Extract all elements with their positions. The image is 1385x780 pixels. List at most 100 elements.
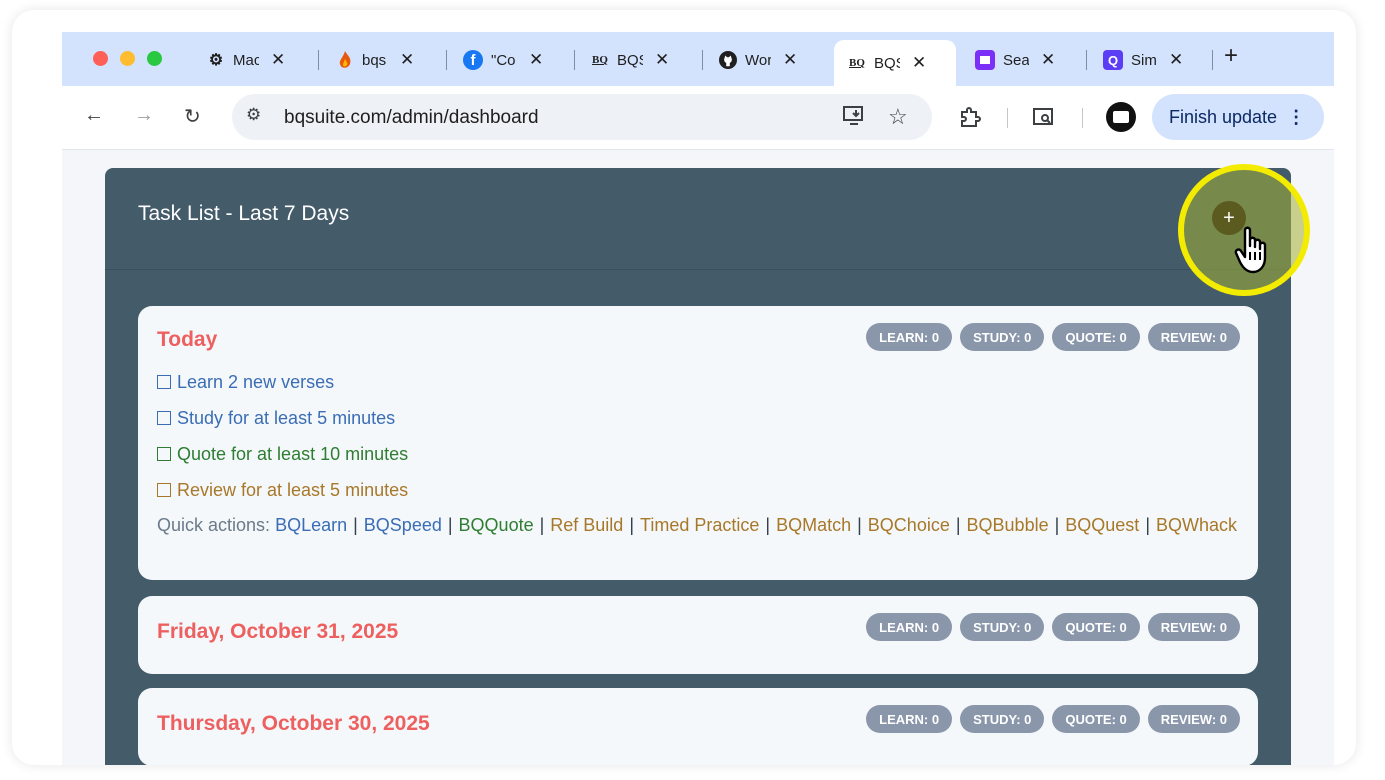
finish-update-label: Finish update: [1169, 106, 1278, 127]
checkbox[interactable]: [157, 375, 171, 389]
forward-icon[interactable]: →: [134, 104, 154, 127]
address-bar[interactable]: ⚙ bqsuite.com/admin/dashboard ☆: [232, 94, 932, 140]
tab-7[interactable]: Q Sim ✕: [1103, 42, 1183, 78]
minimize-window-button[interactable]: [120, 51, 135, 66]
quick-action-ref-build[interactable]: Ref Build: [550, 515, 623, 535]
tab-3[interactable]: BQ BQS ✕: [591, 42, 669, 78]
task-label: Review for at least 5 minutes: [177, 479, 409, 500]
task-item-quote[interactable]: Quote for at least 10 minutes: [157, 436, 408, 472]
profile-avatar[interactable]: [1106, 102, 1136, 132]
close-icon[interactable]: ✕: [400, 50, 414, 70]
day-date: Today: [157, 328, 218, 351]
quick-action-bqmatch[interactable]: BQMatch: [776, 515, 851, 535]
quick-action-bqquote[interactable]: BQQuote: [459, 515, 534, 535]
tab-1[interactable]: bqs ✕: [336, 42, 414, 78]
screenshot-frame: ⚙ Mac ✕ bqs ✕ f "Co ✕ BQ BQS: [12, 10, 1356, 765]
task-item-study[interactable]: Study for at least 5 minutes: [157, 400, 408, 436]
page-content: Task List - Last 7 Days + Today LEARN: 0…: [62, 150, 1334, 765]
reload-icon[interactable]: ↻: [184, 104, 201, 129]
close-icon[interactable]: ✕: [271, 50, 285, 70]
flame-icon: [336, 51, 354, 69]
checkbox[interactable]: [157, 447, 171, 461]
quick-actions-label: Quick actions:: [157, 515, 271, 535]
close-icon[interactable]: ✕: [529, 50, 543, 70]
day-card: Thursday, October 30, 2025 LEARN: 0 STUD…: [138, 688, 1258, 765]
quick-action-bqquest[interactable]: BQQuest: [1065, 515, 1139, 535]
sim-icon: Q: [1103, 50, 1123, 70]
url-text: bqsuite.com/admin/dashboard: [284, 107, 539, 128]
day-date: Friday, October 31, 2025: [157, 620, 399, 643]
tab-6[interactable]: Sea ✕: [975, 42, 1055, 78]
checkbox[interactable]: [157, 411, 171, 425]
badge-group: LEARN: 0 STUDY: 0 QUOTE: 0 REVIEW: 0: [866, 613, 1240, 641]
quick-action-timed-practice[interactable]: Timed Practice: [640, 515, 759, 535]
bq-icon: BQ: [592, 54, 608, 66]
close-icon[interactable]: ✕: [655, 50, 669, 70]
extensions-icon[interactable]: [959, 106, 981, 133]
close-window-button[interactable]: [93, 51, 108, 66]
new-tab-button[interactable]: +: [1224, 42, 1238, 70]
quick-action-bqbubble[interactable]: BQBubble: [967, 515, 1049, 535]
facebook-icon: f: [463, 50, 483, 70]
tab-separator: [574, 50, 575, 70]
quick-actions: Quick actions: BQLearn | BQSpeed | BQQuote | R…: [157, 515, 1238, 535]
tab-title: Mac: [233, 51, 259, 69]
tab-separator: [446, 50, 447, 70]
tab-4[interactable]: Wor ✕: [719, 42, 797, 78]
install-app-icon[interactable]: [842, 105, 866, 132]
study-badge: STUDY: 0: [960, 613, 1045, 641]
quick-action-bqchoice[interactable]: BQChoice: [868, 515, 950, 535]
learn-badge: LEARN: 0: [866, 705, 953, 733]
avatar-logo: [1113, 111, 1129, 123]
back-icon[interactable]: ←: [84, 104, 104, 127]
tab-title: BQS: [617, 51, 643, 69]
task-list-panel: Task List - Last 7 Days + Today LEARN: 0…: [105, 164, 1310, 765]
task-label: Study for at least 5 minutes: [177, 407, 396, 428]
close-icon[interactable]: ✕: [1041, 50, 1055, 70]
tab-strip: ⚙ Mac ✕ bqs ✕ f "Co ✕ BQ BQS: [62, 32, 1334, 86]
toolbar-separator: [1082, 108, 1083, 128]
close-icon[interactable]: ✕: [783, 50, 797, 70]
close-icon[interactable]: ✕: [912, 53, 926, 73]
quote-badge: QUOTE: 0: [1052, 705, 1140, 733]
finish-update-button[interactable]: Finish update ⋮: [1152, 94, 1324, 140]
tab-separator: [1086, 50, 1087, 70]
quick-action-bqspeed[interactable]: BQSpeed: [364, 515, 442, 535]
browser-window: ⚙ Mac ✕ bqs ✕ f "Co ✕ BQ BQS: [62, 32, 1334, 765]
badge-group: LEARN: 0 STUDY: 0 QUOTE: 0 REVIEW: 0: [866, 705, 1240, 733]
learn-badge: LEARN: 0: [866, 613, 953, 641]
quote-badge: QUOTE: 0: [1052, 613, 1140, 641]
tab-title: Wor: [745, 51, 771, 69]
close-icon[interactable]: ✕: [1169, 50, 1183, 70]
tab-separator: [1212, 50, 1213, 70]
bq-icon: BQ: [849, 57, 865, 69]
tab-title: "Co: [491, 51, 516, 69]
task-label: Learn 2 new verses: [177, 371, 335, 392]
task-item-review[interactable]: Review for at least 5 minutes: [157, 472, 408, 508]
browser-toolbar: ← → ↻ ⚙ bqsuite.com/admin/dashboard ☆ Fi…: [62, 86, 1334, 150]
tab-5-active[interactable]: BQ BQS ✕: [834, 40, 956, 86]
site-settings-icon[interactable]: ⚙: [246, 105, 261, 125]
checkbox[interactable]: [157, 483, 171, 497]
quick-action-bqlearn[interactable]: BQLearn: [275, 515, 347, 535]
badge-group: LEARN: 0 STUDY: 0 QUOTE: 0 REVIEW: 0: [866, 323, 1240, 351]
panel-header: Task List - Last 7 Days +: [105, 164, 1310, 296]
quote-badge: QUOTE: 0: [1052, 323, 1140, 351]
review-badge: REVIEW: 0: [1147, 323, 1240, 351]
kebab-menu-icon[interactable]: ⋮: [1287, 107, 1305, 128]
task-item-learn[interactable]: Learn 2 new verses: [157, 364, 408, 400]
toolbar-separator: [1007, 108, 1008, 128]
learn-badge: LEARN: 0: [866, 323, 953, 351]
openai-icon: ⚙: [208, 52, 224, 69]
tab-search-icon[interactable]: [1032, 106, 1056, 133]
tab-2[interactable]: f "Co ✕: [463, 42, 543, 78]
tab-0[interactable]: ⚙ Mac ✕: [207, 42, 285, 78]
review-badge: REVIEW: 0: [1147, 705, 1240, 733]
zoom-window-button[interactable]: [147, 51, 162, 66]
github-icon: [719, 51, 737, 69]
bookmark-star-icon[interactable]: ☆: [888, 104, 908, 130]
search-app-icon: [975, 50, 995, 70]
quick-action-bqwhack[interactable]: BQWhack: [1156, 515, 1237, 535]
study-badge: STUDY: 0: [960, 705, 1045, 733]
task-label: Quote for at least 10 minutes: [177, 443, 409, 464]
